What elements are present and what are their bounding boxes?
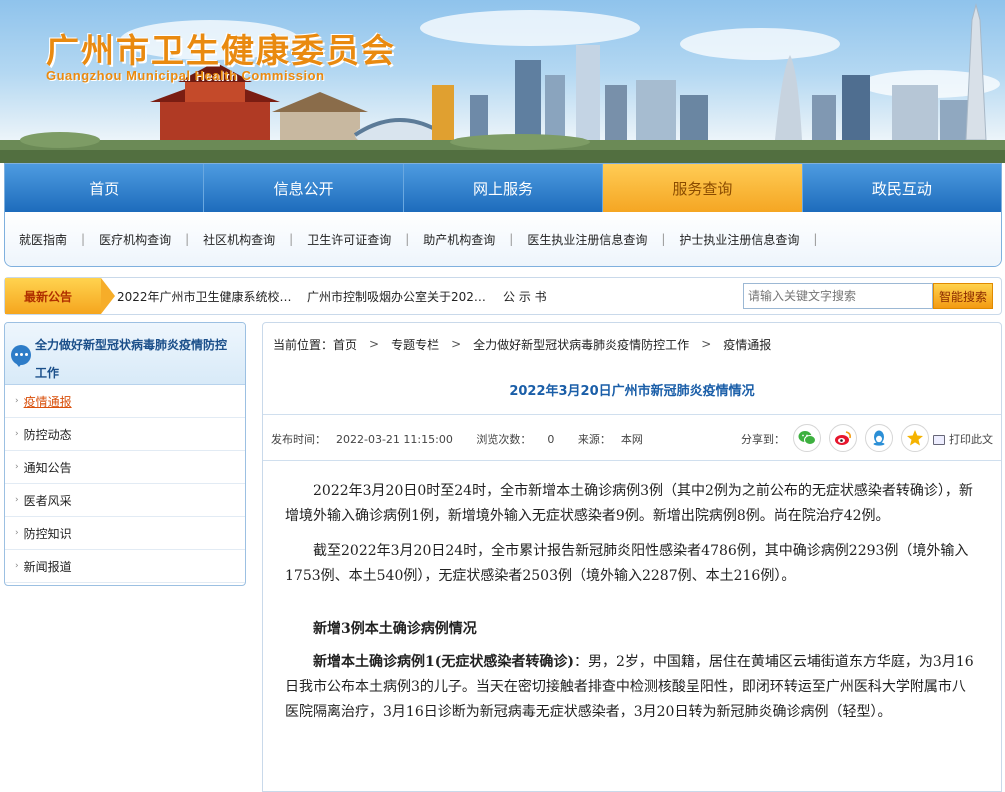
subnav-divider: | <box>509 232 514 246</box>
subnav-doctor-registration-query[interactable]: 医生执业注册信息查询 <box>527 231 661 248</box>
qq-icon[interactable] <box>865 424 893 452</box>
subnav-health-license-query[interactable]: 卫生许可证查询 <box>307 231 405 248</box>
wechat-icon[interactable] <box>793 424 821 452</box>
search-input[interactable] <box>743 283 933 309</box>
sidebar-item-label: 新闻报道 <box>23 559 72 574</box>
case-heading: 新增本土确诊病例1(无症状感染者转确诊) <box>313 654 574 670</box>
sidebar: 全力做好新型冠状病毒肺炎疫情防控 工作 › 疫情通报 › 防控动态 › 通知公告 › 医… <box>4 322 246 586</box>
print-button[interactable]: 打印此文 <box>933 431 993 447</box>
article-body: 2022年3月20日0时至24时，全市新增本土确诊病例3例（其中2例为之前公布的… <box>263 461 1001 725</box>
publish-time-label: 发布时间： <box>271 433 326 446</box>
subnav-divider: | <box>405 232 410 246</box>
chevron-right-icon: › <box>15 396 19 406</box>
primary-nav: 首页 信息公开 网上服务 服务查询 政民互动 <box>5 164 1001 212</box>
article-title: 2022年3月20日广州市新冠肺炎疫情情况 <box>263 365 1001 415</box>
sidebar-title-line: 全力做好新型冠状病毒肺炎疫情防控 <box>35 338 228 352</box>
article-paragraph: 2022年3月20日0时至24时，全市新增本土确诊病例3例（其中2例为之前公布的… <box>285 483 973 524</box>
qzone-icon[interactable] <box>901 424 929 452</box>
sidebar-item-label: 通知公告 <box>23 460 72 475</box>
view-count-value: 0 <box>547 433 555 446</box>
breadcrumb-prefix: 当前位置： <box>273 337 334 352</box>
nav-item-service-query[interactable]: 服务查询 <box>603 164 803 212</box>
main-navigation: 首页 信息公开 网上服务 服务查询 政民互动 就医指南 | 医疗机构查询 | 社区机… <box>4 163 1002 267</box>
chevron-right-icon: › <box>15 528 19 538</box>
chevron-right-icon: › <box>15 561 19 571</box>
subnav-nurse-registration-query[interactable]: 护士执业注册信息查询 <box>679 231 813 248</box>
breadcrumb-item[interactable]: 专题专栏 <box>391 336 439 353</box>
sidebar-item-prevention-news[interactable]: › 防控动态 <box>5 418 245 451</box>
chevron-right-icon: › <box>15 495 19 505</box>
source-label: 来源： <box>577 433 611 446</box>
sidebar-item-label: 医者风采 <box>23 493 72 508</box>
site-title: 广州市卫生健康委员会 <box>46 31 396 70</box>
smart-search-button[interactable]: 智能搜索 <box>933 283 993 309</box>
nav-item-online-service[interactable]: 网上服务 <box>404 164 604 212</box>
announcement-label: 最新公告 <box>5 278 115 314</box>
sidebar-item-notices[interactable]: › 通知公告 <box>5 451 245 484</box>
article-panel: 当前位置： 首页 > 专题专栏 > 全力做好新型冠状病毒肺炎疫情防控工作 > 疫… <box>262 322 1002 792</box>
sidebar-header: 全力做好新型冠状病毒肺炎疫情防控 工作 <box>5 323 245 385</box>
chevron-right-icon: › <box>15 429 19 439</box>
article-paragraph: 截至2022年3月20日24时，全市累计报告新冠肺炎阳性感染者4786例，其中确… <box>285 543 969 584</box>
sidebar-item-label: 防控知识 <box>23 526 72 541</box>
breadcrumb: 当前位置： 首页 > 专题专栏 > 全力做好新型冠状病毒肺炎疫情防控工作 > 疫… <box>263 323 1001 365</box>
view-count: 浏览次数： 0 <box>476 433 564 446</box>
article-meta: 发布时间： 2022-03-21 11:15:00 浏览次数： 0 来源： 本网 分享… <box>263 415 1001 461</box>
announcement-bar: 最新公告 2022年广州市卫生健康系统校… 广州市控制吸烟办公室关于202… 公… <box>4 277 1002 315</box>
announcement-item[interactable]: 公 示 书 <box>503 278 547 314</box>
site-title-english: Guangzhou Municipal Health Commission <box>46 68 325 83</box>
chevron-right-icon: > <box>451 337 462 351</box>
subnav-midwifery-query[interactable]: 助产机构查询 <box>423 231 509 248</box>
article-source: 来源： 本网 <box>578 433 653 446</box>
sidebar-item-news-report[interactable]: › 新闻报道 <box>5 550 245 583</box>
header-banner: 广州市卫生健康委员会 Guangzhou Municipal Health Co… <box>0 0 1005 163</box>
breadcrumb-item[interactable]: 首页 <box>333 336 357 353</box>
subnav-divider: | <box>813 232 818 246</box>
printer-icon <box>933 435 945 445</box>
nav-item-info-disclosure[interactable]: 信息公开 <box>204 164 404 212</box>
chevron-right-icon: > <box>701 337 712 351</box>
sidebar-item-prevention-knowledge[interactable]: › 防控知识 <box>5 517 245 550</box>
nav-item-interaction[interactable]: 政民互动 <box>803 164 1001 212</box>
weibo-icon[interactable] <box>829 424 857 452</box>
view-count-label: 浏览次数： <box>476 433 532 446</box>
subnav-divider: | <box>661 232 666 246</box>
breadcrumb-item[interactable]: 全力做好新型冠状病毒肺炎疫情防控工作 <box>473 336 689 353</box>
chevron-right-icon: › <box>15 462 19 472</box>
announcement-item[interactable]: 2022年广州市卫生健康系统校… <box>117 278 292 314</box>
section-heading: 新增3例本土确诊病例情况 <box>313 621 477 637</box>
source-value: 本网 <box>620 433 643 446</box>
chat-bubble-icon <box>11 345 31 367</box>
secondary-nav: 就医指南 | 医疗机构查询 | 社区机构查询 | 卫生许可证查询 | 助产机构查询 | 医… <box>5 212 1001 266</box>
subnav-medical-institution-query[interactable]: 医疗机构查询 <box>99 231 185 248</box>
article-info: 发布时间： 2022-03-21 11:15:00 浏览次数： 0 来源： 本网 <box>271 431 663 447</box>
sidebar-item-label: 疫情通报 <box>23 394 72 409</box>
announcement-item[interactable]: 广州市控制吸烟办公室关于202… <box>307 278 486 314</box>
article-paragraph: 新增本土确诊病例1(无症状感染者转确诊)：男，2岁，中国籍，居住在黄埔区云埔街道… <box>285 650 979 725</box>
share-label: 分享到： <box>741 433 785 446</box>
subnav-community-institution-query[interactable]: 社区机构查询 <box>203 231 289 248</box>
publish-time: 发布时间： 2022-03-21 11:15:00 <box>271 433 463 446</box>
publish-time-value: 2022-03-21 11:15:00 <box>336 433 453 446</box>
subnav-divider: | <box>81 232 86 246</box>
sidebar-title: 全力做好新型冠状病毒肺炎疫情防控 工作 <box>35 331 245 387</box>
sidebar-item-medical-staff[interactable]: › 医者风采 <box>5 484 245 517</box>
sidebar-item-label: 防控动态 <box>23 427 72 442</box>
nav-item-home[interactable]: 首页 <box>5 164 205 212</box>
subnav-divider: | <box>185 232 190 246</box>
chevron-right-icon: > <box>369 337 380 351</box>
subnav-medical-guide[interactable]: 就医指南 <box>19 231 81 248</box>
print-label: 打印此文 <box>949 433 993 446</box>
sidebar-item-epidemic-report[interactable]: › 疫情通报 <box>5 385 245 418</box>
breadcrumb-item[interactable]: 疫情通报 <box>723 336 771 353</box>
sidebar-title-line: 工作 <box>35 366 60 380</box>
subnav-divider: | <box>289 232 294 246</box>
